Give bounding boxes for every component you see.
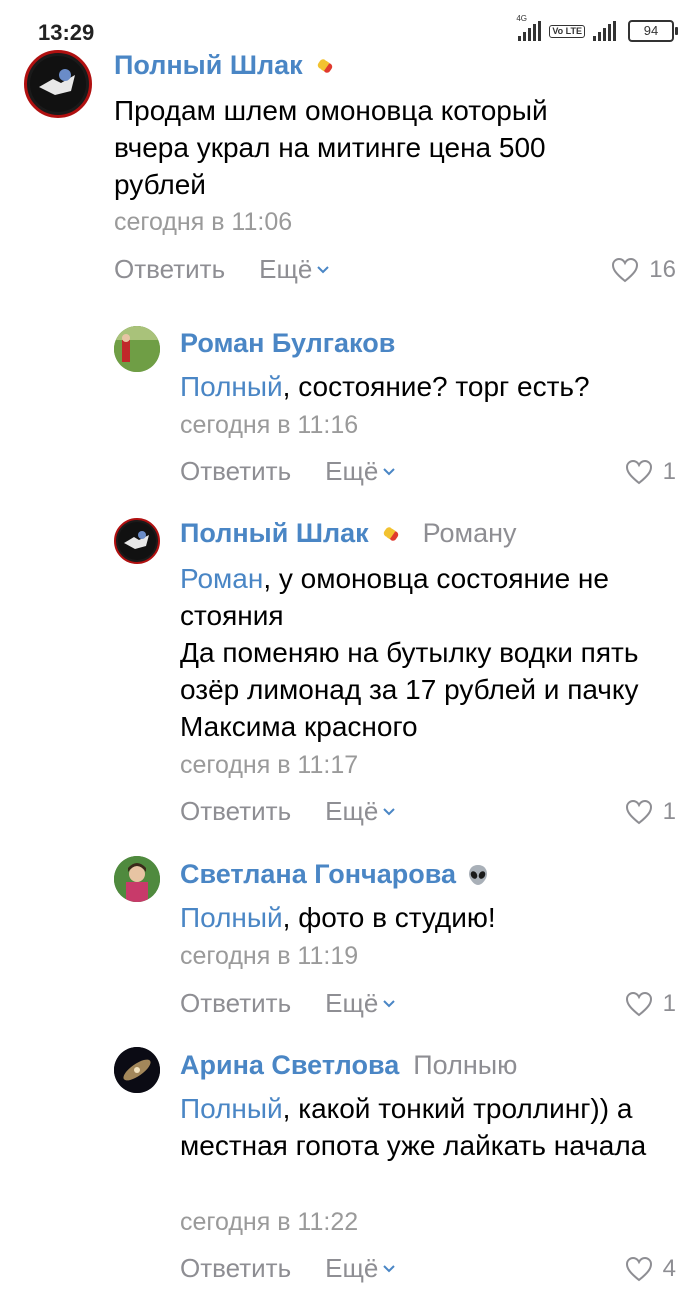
comment-time[interactable]: сегодня в 11:19: [180, 942, 358, 971]
more-button[interactable]: Ещё: [325, 1253, 396, 1284]
reply-to-label[interactable]: Роману: [423, 518, 517, 549]
author-line: Светлана Гончарова: [180, 859, 490, 890]
avatar[interactable]: [114, 856, 160, 902]
comment-text-body-2: Да поменяю на бутылку водки пять озёр ли…: [180, 637, 639, 742]
signal-icon: [593, 21, 616, 41]
like-count: 1: [662, 990, 676, 1017]
network-type-label: 4G: [516, 14, 527, 23]
chevron-down-icon: [317, 265, 330, 273]
avatar[interactable]: [114, 326, 160, 372]
comment-text: Полный, фото в студию!: [180, 899, 680, 936]
more-button[interactable]: Ещё: [325, 796, 396, 827]
more-label: Ещё: [325, 456, 379, 486]
avatar[interactable]: [24, 50, 92, 118]
comment-text: Продам шлем омоновца который вчера украл…: [114, 95, 548, 200]
like-count: 1: [662, 458, 676, 485]
heart-icon: [625, 799, 652, 825]
comment-time[interactable]: сегодня в 11:06: [114, 208, 292, 237]
status-icons: 4G Vo LTE 94: [516, 14, 678, 42]
heart-icon: [625, 991, 652, 1017]
mention-link[interactable]: Полный: [180, 1093, 283, 1124]
like-button[interactable]: 16: [611, 256, 676, 284]
author-name[interactable]: Арина Светлова: [180, 1050, 399, 1081]
signal-4g-icon: 4G: [516, 14, 542, 41]
like-button[interactable]: 4: [625, 1255, 676, 1283]
heart-icon: [612, 257, 639, 283]
reply-button[interactable]: Ответить: [180, 988, 291, 1019]
comment-actions: Ответить Ещё: [180, 796, 396, 827]
author-line: Полный Шлак Роману: [180, 518, 517, 549]
more-label: Ещё: [325, 988, 379, 1018]
chevron-down-icon: [383, 467, 396, 475]
mention-link[interactable]: Полный: [180, 902, 283, 933]
comment-actions: Ответить Ещё: [114, 254, 330, 285]
author-line: Арина Светлова Полныю: [180, 1050, 517, 1081]
more-button[interactable]: Ещё: [325, 456, 396, 487]
like-count: 1: [662, 798, 676, 825]
author-name[interactable]: Полный Шлак: [114, 50, 303, 81]
status-time: 13:29: [38, 20, 95, 45]
more-label: Ещё: [325, 796, 379, 826]
status-bar: 13:29 4G Vo LTE 94: [0, 0, 700, 58]
author-line: Полный Шлак: [114, 50, 337, 81]
like-button[interactable]: 1: [625, 990, 676, 1018]
comment-actions: Ответить Ещё: [180, 456, 396, 487]
heart-icon: [625, 1256, 652, 1282]
comment-time[interactable]: сегодня в 11:22: [180, 1208, 358, 1237]
comment-text: Полный, какой тонкий троллинг)) а местна…: [180, 1090, 680, 1164]
chevron-down-icon: [383, 807, 396, 815]
comment-text-body: , фото в студию!: [282, 902, 496, 933]
more-label: Ещё: [325, 1253, 379, 1283]
like-button[interactable]: 1: [625, 798, 676, 826]
more-button[interactable]: Ещё: [259, 254, 330, 285]
avatar[interactable]: [114, 518, 160, 564]
mention-link[interactable]: Полный: [180, 371, 283, 402]
heart-icon: [625, 459, 652, 485]
author-name[interactable]: Роман Булгаков: [180, 328, 395, 359]
reply-button[interactable]: Ответить: [180, 456, 291, 487]
reply-button[interactable]: Ответить: [180, 796, 291, 827]
battery-icon: 94: [628, 20, 678, 42]
reply-button[interactable]: Ответить: [114, 254, 225, 285]
volte-icon: Vo LTE: [549, 24, 585, 38]
comment-time[interactable]: сегодня в 11:16: [180, 411, 358, 440]
reply-button[interactable]: Ответить: [180, 1253, 291, 1284]
like-button[interactable]: 1: [625, 458, 676, 486]
like-count: 16: [649, 256, 676, 283]
comment-actions: Ответить Ещё: [180, 988, 396, 1019]
like-count: 4: [662, 1255, 676, 1282]
comment-time[interactable]: сегодня в 11:17: [180, 751, 358, 780]
avatar[interactable]: [114, 1047, 160, 1093]
comment-text: Роман, у омоновца состояние не стояния Да…: [180, 560, 680, 745]
chevron-down-icon: [383, 999, 396, 1007]
pill-icon: [383, 526, 398, 541]
comment-text: Полный, состояние? торг есть?: [180, 368, 680, 405]
more-label: Ещё: [259, 254, 313, 284]
author-line: Роман Булгаков: [180, 328, 395, 359]
comment-actions: Ответить Ещё: [180, 1253, 396, 1284]
pill-icon: [317, 58, 332, 73]
chevron-down-icon: [383, 1264, 396, 1272]
mention-link[interactable]: Роман: [180, 563, 263, 594]
reply-to-label[interactable]: Полныю: [413, 1050, 517, 1081]
author-name[interactable]: Светлана Гончарова: [180, 859, 456, 890]
comment-text-body: , состояние? торг есть?: [282, 371, 590, 402]
alien-icon: [468, 864, 487, 885]
more-button[interactable]: Ещё: [325, 988, 396, 1019]
author-name[interactable]: Полный Шлак: [180, 518, 369, 549]
